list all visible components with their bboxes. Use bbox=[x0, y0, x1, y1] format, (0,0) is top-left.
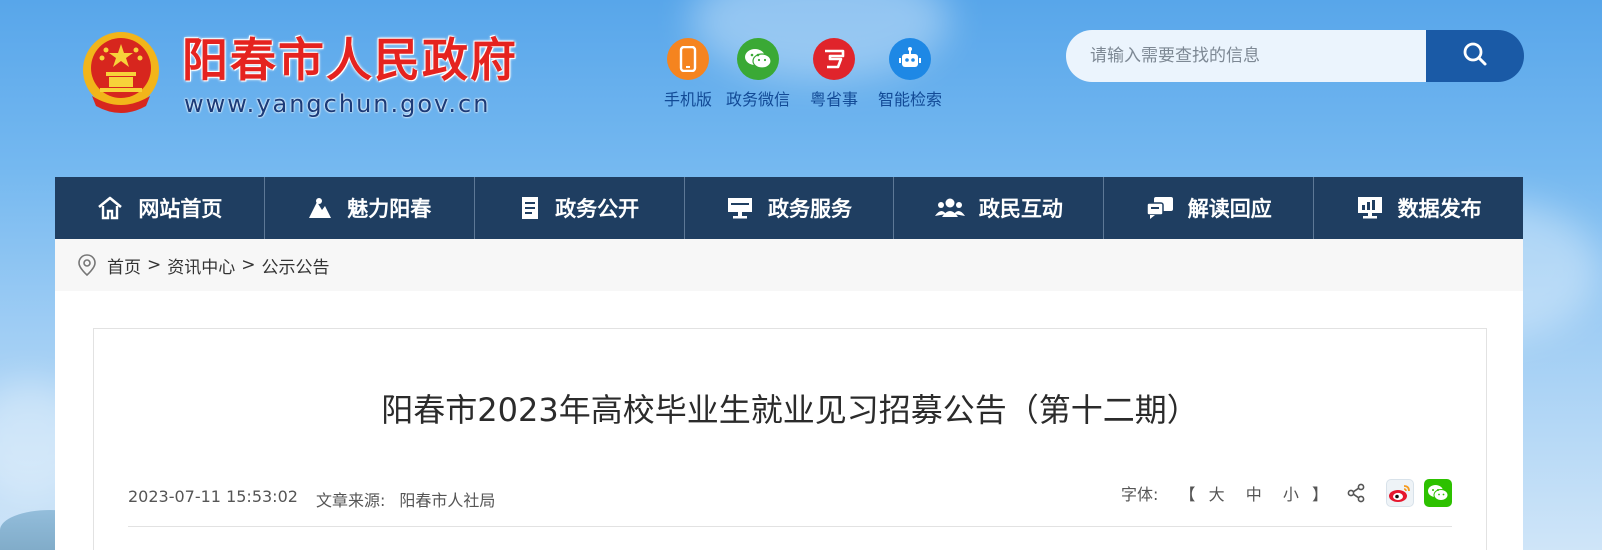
article-panel: 阳春市2023年高校毕业生就业见习招募公告（第十二期） 2023-07-11 1… bbox=[93, 328, 1487, 550]
nav-item-data-release[interactable]: 数据发布 bbox=[1314, 177, 1523, 239]
font-size-small-button[interactable]: 小 bbox=[1283, 485, 1299, 504]
monitor-icon bbox=[726, 196, 754, 220]
people-icon bbox=[934, 196, 965, 220]
quick-link-smart-search[interactable]: 智能检索 bbox=[878, 38, 942, 110]
font-size-control: 字体: 【 大 中 小 】 bbox=[1121, 481, 1328, 505]
nav-item-charm-yangchun[interactable]: 魅力阳春 bbox=[265, 177, 475, 239]
scenery-icon bbox=[307, 196, 333, 220]
site-url: www.yangchun.gov.cn bbox=[184, 90, 491, 118]
national-emblem-logo[interactable] bbox=[80, 26, 162, 118]
nav-item-label: 网站首页 bbox=[138, 197, 223, 221]
search-bar bbox=[1066, 30, 1524, 82]
article-meta: 2023-07-11 15:53:02 文章来源: 阳春市人社局 字体: 【 大… bbox=[128, 479, 1452, 527]
home-icon bbox=[96, 196, 124, 220]
robot-icon bbox=[889, 38, 932, 80]
nav-item-label: 政务服务 bbox=[768, 197, 852, 221]
wechat-icon bbox=[737, 38, 780, 80]
quick-links: 手机版 政务微信 粤省事 智能检索 bbox=[664, 38, 954, 110]
main-content: 阳春市2023年高校毕业生就业见习招募公告（第十二期） 2023-07-11 1… bbox=[55, 291, 1523, 550]
quick-link-label: 手机版 bbox=[664, 90, 713, 109]
search-icon bbox=[1462, 41, 1488, 71]
location-pin-icon bbox=[77, 253, 97, 277]
quick-link-yueshengshi[interactable]: 粤省事 bbox=[810, 38, 858, 110]
breadcrumb-separator: > bbox=[241, 255, 256, 275]
document-icon bbox=[519, 196, 541, 220]
chat-icon bbox=[1145, 196, 1174, 220]
article-source-label: 文章来源: bbox=[315, 491, 386, 510]
nav-item-label: 政务公开 bbox=[555, 197, 640, 221]
breadcrumb-link-announcements[interactable]: 公示公告 bbox=[262, 253, 330, 278]
yueshengshi-icon bbox=[813, 38, 856, 80]
quick-link-wechat[interactable]: 政务微信 bbox=[726, 38, 790, 110]
article-datetime: 2023-07-11 15:53:02 bbox=[128, 487, 298, 506]
search-button[interactable] bbox=[1426, 30, 1524, 82]
wechat-share-icon[interactable] bbox=[1424, 479, 1452, 507]
data-icon bbox=[1356, 196, 1384, 220]
nav-item-label: 魅力阳春 bbox=[347, 197, 432, 221]
nav-item-gov-openness[interactable]: 政务公开 bbox=[475, 177, 685, 239]
nav-item-label: 解读回应 bbox=[1187, 197, 1272, 221]
font-size-bracket: 】 bbox=[1311, 485, 1328, 504]
quick-link-label: 政务微信 bbox=[726, 90, 791, 109]
quick-link-label: 智能检索 bbox=[878, 90, 943, 109]
breadcrumb: 首页 > 资讯中心 > 公示公告 bbox=[55, 239, 1523, 291]
share-icon[interactable] bbox=[1346, 483, 1366, 503]
font-size-bracket: 【 bbox=[1179, 485, 1196, 504]
font-size-medium-button[interactable]: 中 bbox=[1246, 485, 1262, 504]
search-input[interactable] bbox=[1066, 30, 1426, 82]
site-title[interactable]: 阳春市人民政府 bbox=[182, 24, 518, 90]
nav-item-interpretation[interactable]: 解读回应 bbox=[1104, 177, 1315, 239]
font-size-large-button[interactable]: 大 bbox=[1209, 485, 1225, 504]
mobile-icon bbox=[667, 38, 709, 80]
article-title: 阳春市2023年高校毕业生就业见习招募公告（第十二期） bbox=[381, 391, 1199, 429]
nav-item-gov-service[interactable]: 政务服务 bbox=[685, 177, 895, 239]
quick-link-label: 粤省事 bbox=[810, 90, 859, 109]
nav-item-home[interactable]: 网站首页 bbox=[55, 177, 265, 239]
weibo-share-icon[interactable] bbox=[1386, 479, 1414, 507]
quick-link-mobile[interactable]: 手机版 bbox=[664, 38, 712, 110]
nav-item-label: 政民互动 bbox=[978, 197, 1063, 221]
main-nav: 网站首页 魅力阳春 政务公开 政务服务 政民互动 解读回应 数据发布 bbox=[55, 177, 1523, 239]
nav-item-interaction[interactable]: 政民互动 bbox=[894, 177, 1105, 239]
article-source: 阳春市人社局 bbox=[399, 491, 496, 510]
nav-item-label: 数据发布 bbox=[1397, 197, 1482, 221]
breadcrumb-link-home[interactable]: 首页 bbox=[107, 253, 141, 278]
font-size-label: 字体: bbox=[1121, 485, 1159, 504]
breadcrumb-separator: > bbox=[147, 255, 162, 275]
breadcrumb-link-news-center[interactable]: 资讯中心 bbox=[167, 253, 235, 278]
